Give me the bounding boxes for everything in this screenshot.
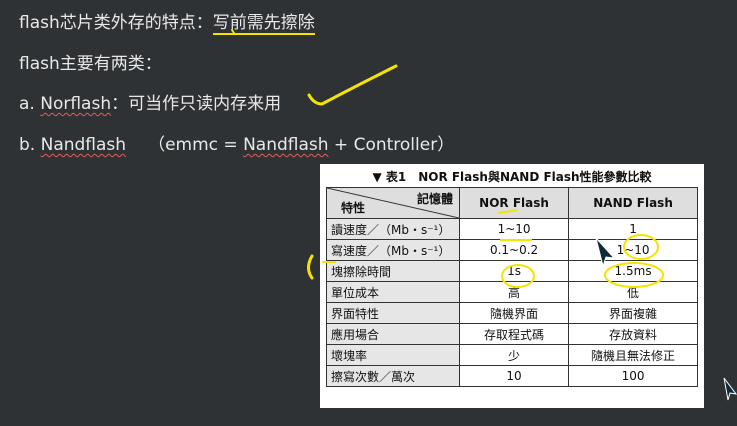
nand-value: 1~10 <box>568 239 698 261</box>
table-row: 應用場合 存取程式碼 存放資料 <box>326 323 698 345</box>
nand-value: 存放資料 <box>568 323 698 345</box>
row-label: 界面特性 <box>326 302 460 324</box>
nor-value: 存取程式碼 <box>458 323 570 345</box>
note-line-4-marker: b. <box>19 135 41 155</box>
nor-value: 隨機界面 <box>458 302 570 324</box>
table-row: 單位成本 高 低 <box>326 281 698 303</box>
note-line-3-rest: ：可当作只读内存来用 <box>111 94 282 114</box>
table-row: 寫速度／（Mb・s⁻¹） 0.1~0.2 1~10 <box>326 239 698 261</box>
bracket-annotation <box>307 254 314 280</box>
check-mark-annotation <box>307 64 398 106</box>
nor-value: 1~10 <box>458 218 570 240</box>
row-label: 擦寫次數／萬次 <box>326 365 460 387</box>
table-header-row: 記憶體 特性 NOR Flash NAND Flash <box>326 187 698 219</box>
pen-cursor-icon <box>595 237 616 268</box>
row-label: 塊擦除時間 <box>326 260 460 282</box>
note-line-3: a. Norflash：可当作只读内存来用 <box>19 89 281 114</box>
note-line-1-highlight: 写前需先擦除 <box>212 13 315 35</box>
table-title: ▼ 表1 NOR Flash與NAND Flash性能參數比較 <box>372 170 652 184</box>
nor-value: 10 <box>458 365 570 387</box>
row-label: 讀速度／（Mb・s⁻¹） <box>326 218 460 240</box>
comparison-table: 記憶體 特性 NOR Flash NAND Flash 讀速度／（Mb・s⁻¹）… <box>326 187 698 387</box>
nand-value: 1.5ms <box>568 260 698 282</box>
nor-value: 少 <box>458 344 570 366</box>
nandflash-term-2: Nandflash <box>243 135 329 155</box>
table-corner-header: 記憶體 特性 <box>326 187 460 219</box>
header-nor: NOR Flash <box>458 187 570 219</box>
controller-text: + Controller） <box>328 135 455 155</box>
note-line-3-marker: a. <box>19 94 41 114</box>
table-row: 擦寫次數／萬次 10 100 <box>326 365 698 387</box>
nand-value: 界面複雜 <box>568 302 698 324</box>
note-line-4: b. Nandflash （emmc = Nandflash + Controll… <box>19 130 454 155</box>
nand-value: 低 <box>568 281 698 303</box>
nand-value: 隨機且無法修正 <box>568 344 698 366</box>
table-row: 界面特性 隨機界面 界面複雜 <box>326 302 698 324</box>
nandflash-term: Nandflash <box>40 135 127 155</box>
row-label: 寫速度／（Mb・s⁻¹） <box>326 239 460 261</box>
row-label: 應用場合 <box>326 323 460 345</box>
table-row: 壞塊率 少 隨機且無法修正 <box>326 344 698 366</box>
norflash-term: Norflash <box>40 94 112 114</box>
header-nand: NAND Flash <box>568 187 698 219</box>
corner-top-label: 記憶體 <box>416 192 453 206</box>
note-line-1-prefix: flash芯片类外存的特点： <box>19 13 213 33</box>
note-line-2: flash主要有两类： <box>19 54 162 74</box>
comparison-table-image: ▼ 表1 NOR Flash與NAND Flash性能參數比較 記憶體 特性 N… <box>320 164 704 408</box>
nor-value: 0.1~0.2 <box>458 239 570 261</box>
pen-cursor-icon-2 <box>723 377 737 401</box>
nor-value: 高 <box>458 281 570 303</box>
row-label: 單位成本 <box>326 281 460 303</box>
emmc-prefix: （emmc = <box>148 135 244 155</box>
table-row: 讀速度／（Mb・s⁻¹） 1~10 1 <box>326 218 698 240</box>
nand-value: 1 <box>568 218 698 240</box>
corner-bottom-label: 特性 <box>341 201 366 215</box>
nand-value: 100 <box>568 365 698 387</box>
table-row: 塊擦除時間 1s 1.5ms <box>326 260 698 282</box>
note-line-1: flash芯片类外存的特点：写前需先擦除 <box>19 8 315 35</box>
nor-value: 1s <box>458 260 570 282</box>
row-label: 壞塊率 <box>326 344 460 366</box>
